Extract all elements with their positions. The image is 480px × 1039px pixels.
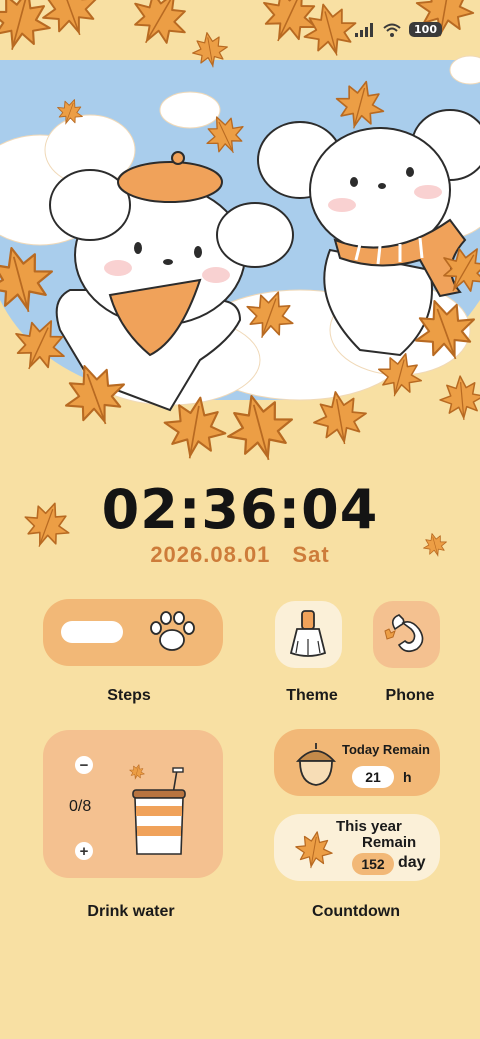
status-bar: 100 (355, 22, 442, 37)
clock-time: 02:36:04 (101, 478, 379, 541)
brush-icon (289, 610, 327, 657)
water-count: 0/8 (69, 798, 92, 815)
year-remain-title-line2: Remain (362, 834, 417, 851)
decrease-water-button[interactable]: − (75, 756, 93, 774)
theme-button[interactable] (275, 601, 342, 668)
maple-leaf-icon (292, 828, 336, 872)
theme-label: Theme (286, 687, 338, 704)
today-remain-unit: h (403, 769, 412, 785)
maple-leaf-icon (420, 530, 450, 560)
year-remain-unit: day (398, 854, 426, 871)
phone-label: Phone (385, 687, 435, 704)
maple-leaf-icon (22, 500, 72, 550)
steps-progress-bar (61, 621, 123, 643)
increase-water-button[interactable]: + (75, 842, 93, 860)
countdown-label: Countdown (312, 903, 400, 920)
signal-icon (355, 22, 374, 37)
today-remain-value: 21 (352, 766, 394, 788)
phone-icon (384, 614, 424, 653)
date-text: 2026.08.01 (150, 542, 271, 567)
hero-illustration (0, 0, 480, 470)
today-remain-widget[interactable]: Today Remain 21 h (274, 729, 440, 796)
year-remain-title-line1: This year (336, 818, 402, 835)
phone-button[interactable] (373, 601, 440, 668)
drink-water-widget[interactable]: − 0/8 + (43, 730, 223, 878)
today-remain-title: Today Remain (342, 742, 430, 757)
year-remain-value: 152 (352, 853, 394, 875)
wifi-icon (383, 23, 401, 37)
weekday-text: Sat (292, 542, 330, 567)
steps-widget[interactable] (43, 599, 223, 666)
clock-date: 2026.08.01 Sat (0, 542, 480, 568)
drink-water-label: Drink water (87, 903, 175, 920)
cup-icon (127, 764, 186, 855)
acorn-icon (295, 743, 337, 786)
steps-label: Steps (107, 687, 151, 704)
battery-indicator: 100 (409, 22, 442, 37)
paw-icon (150, 611, 195, 651)
year-remain-widget[interactable]: This year Remain 152 day (274, 814, 440, 881)
